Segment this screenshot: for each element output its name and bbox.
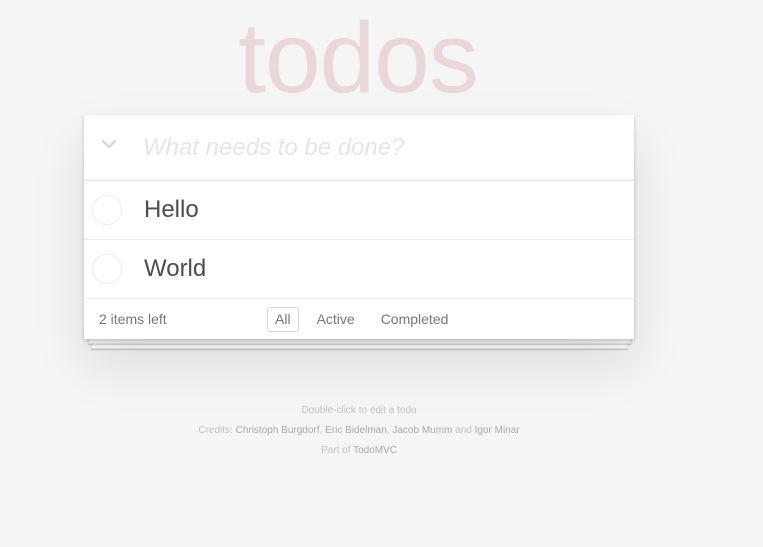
stack-shadow-2	[91, 344, 628, 349]
filter-all[interactable]: All	[267, 307, 299, 332]
filter-tabs: All Active Completed	[267, 307, 456, 332]
new-todo-row	[84, 115, 634, 181]
part-of-line: Part of TodoMVC	[0, 441, 718, 461]
todo-item[interactable]: Hello	[84, 181, 634, 240]
todo-checkbox[interactable]	[92, 195, 122, 225]
todomvc-link[interactable]: TodoMVC	[353, 445, 397, 456]
credit-link-christoph-burgdorf[interactable]: Christoph Burgdorf	[236, 425, 320, 436]
part-of-prefix: Part of	[321, 445, 354, 456]
new-todo-input[interactable]	[143, 115, 613, 180]
filter-active[interactable]: Active	[309, 307, 363, 332]
app-title: todos	[238, 2, 479, 114]
credits-prefix: Credits:	[198, 425, 236, 436]
items-left-count: 2 items left	[99, 311, 167, 327]
credit-link-igor-minar[interactable]: Igor Minar	[475, 425, 520, 436]
credit-link-jacob-mumm[interactable]: Jacob Mumm	[392, 425, 452, 436]
todo-label[interactable]: Hello	[144, 181, 199, 239]
credit-link-eric-bidelman[interactable]: Eric Bidelman	[325, 425, 387, 436]
todo-list: Hello World	[84, 181, 634, 299]
credits-line: Credits: Christoph Burgdorf, Eric Bidelm…	[0, 421, 718, 441]
edit-hint: Double-click to edit a todo	[301, 405, 417, 416]
todo-app-card: Hello World 2 items left All Active Comp…	[84, 115, 634, 339]
credits-and: and	[452, 425, 475, 436]
todo-checkbox[interactable]	[92, 254, 122, 284]
filter-completed[interactable]: Completed	[373, 307, 457, 332]
todo-footer: 2 items left All Active Completed	[84, 299, 634, 339]
stack-shadow-1	[88, 339, 631, 344]
todo-item[interactable]: World	[84, 240, 634, 299]
info-footer: Double-click to edit a todo Credits: Chr…	[0, 401, 718, 461]
chevron-down-icon[interactable]	[98, 133, 120, 155]
todo-label[interactable]: World	[144, 240, 206, 298]
